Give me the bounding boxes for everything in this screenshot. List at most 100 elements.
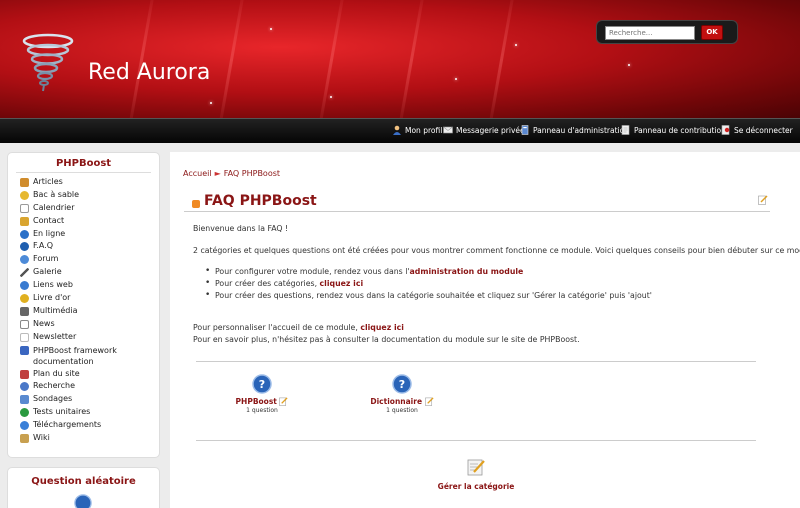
sidebar-item-forum[interactable]: Forum (20, 254, 159, 267)
sidebar-item-label: Recherche (33, 381, 76, 391)
edit-icon[interactable] (279, 397, 289, 406)
main-content: Accueil ► FAQ PHPBoost FAQ PHPBoost Bienve… (170, 152, 800, 508)
profile-link[interactable]: Mon profil (392, 125, 442, 135)
sidebar-item-calendar[interactable]: Calendrier (20, 203, 159, 216)
svg-text:?: ? (259, 378, 265, 391)
star (515, 44, 517, 46)
contribution-panel-label: Panneau de contribution (634, 125, 726, 135)
sidebar-item-label: Téléchargements (33, 420, 102, 430)
sidebar-item-faq[interactable]: F.A.Q (20, 241, 159, 254)
aurora-streak (216, 0, 247, 118)
sidebar-item-wiki[interactable]: Wiki (20, 433, 159, 446)
question-icon: ? (252, 374, 272, 394)
tornado-logo-icon[interactable] (22, 33, 74, 93)
sidebar-item-sitemap[interactable]: Plan du site (20, 369, 159, 382)
sidebar-item-label: Forum (33, 254, 59, 264)
tip-item: Pour configurer votre module, rendez vou… (205, 266, 652, 279)
sidebar-item-unit-tests[interactable]: Tests unitaires (20, 407, 159, 420)
site-title[interactable]: Red Aurora (88, 60, 210, 85)
sidebar-item-multimedia[interactable]: Multimédia (20, 306, 159, 319)
page-title: FAQ PHPBoost (204, 193, 317, 209)
news-icon (20, 319, 29, 329)
search-input[interactable] (605, 26, 695, 40)
logout-label: Se déconnecter (734, 125, 793, 135)
sidebar-item-label: Livre d'or (33, 293, 71, 303)
category-name[interactable]: Dictionnaire (370, 397, 422, 406)
admin-panel-link[interactable]: Panneau d'administration (520, 125, 629, 135)
polls-icon (20, 395, 29, 405)
category-phpboost[interactable]: ? PHPBoost 1 question (222, 374, 302, 414)
category-name[interactable]: PHPBoost (236, 397, 277, 406)
site-header: Red Aurora OK (0, 0, 800, 118)
sidebar-item-gallery[interactable]: Galerie (20, 267, 159, 280)
docs-text: Pour en savoir plus, n'hésitez pas à con… (193, 335, 580, 344)
aurora-streak (316, 0, 347, 118)
sidebar-item-online[interactable]: En ligne (20, 229, 159, 242)
breadcrumb-current[interactable]: FAQ PHPBoost (224, 169, 280, 178)
intro-text: 2 catégories et quelques questions ont é… (193, 246, 800, 255)
sidebar-menu-title: PHPBoost (16, 153, 151, 173)
sidebar-item-guestbook[interactable]: Livre d'or (20, 293, 159, 306)
tip-item: Pour créer des catégories, cliquez ici (205, 278, 652, 291)
sidebar-item-contact[interactable]: Contact (20, 216, 159, 229)
star (270, 28, 272, 30)
question-icon: ? (392, 374, 412, 394)
sidebar-item-label: Wiki (33, 433, 50, 443)
search-button[interactable]: OK (701, 25, 723, 40)
welcome-text: Bienvenue dans la FAQ ! (193, 224, 289, 233)
contact-icon (20, 216, 29, 226)
star (455, 78, 457, 80)
sidebar-item-label: Galerie (33, 267, 62, 277)
sidebar-menu-list: Articles Bac à sable Calendrier Contact … (8, 173, 159, 446)
mail-icon (443, 126, 453, 134)
newsletter-icon (20, 332, 29, 342)
sidebar-item-label: Calendrier (33, 202, 75, 212)
sidebar-item-sandbox[interactable]: Bac à sable (20, 190, 159, 203)
sidebar-item-newsletter[interactable]: Newsletter (20, 332, 159, 345)
sidebar-item-polls[interactable]: Sondages (20, 394, 159, 407)
private-messages-link[interactable]: Messagerie privée (443, 125, 525, 135)
random-question-box: Question aléatoire (7, 467, 160, 508)
sidebar-item-label: Bac à sable (33, 189, 80, 199)
breadcrumb: Accueil ► FAQ PHPBoost (183, 169, 280, 178)
category-dictionnaire[interactable]: ? Dictionnaire 1 question (362, 374, 442, 414)
sidebar-item-articles[interactable]: Articles (20, 177, 159, 190)
breadcrumb-home[interactable]: Accueil (183, 169, 212, 178)
star (628, 64, 630, 66)
rss-icon[interactable] (192, 200, 200, 208)
question-icon[interactable] (74, 494, 92, 508)
manage-category-button[interactable]: Gérer la catégorie (430, 458, 522, 491)
weblinks-icon (20, 281, 29, 291)
svg-text:?: ? (399, 378, 405, 391)
sidebar-item-documentation[interactable]: PHPBoost framework documentation (20, 345, 159, 369)
sidebar-item-label: Tests unitaires (33, 407, 91, 417)
logout-link[interactable]: Se déconnecter (721, 125, 793, 135)
sitemap-icon (20, 369, 29, 379)
aurora-streak (126, 0, 157, 118)
star (330, 96, 332, 98)
sidebar-item-label: Multimédia (33, 305, 78, 315)
sidebar-item-label: Contact (33, 215, 65, 225)
tip-text: Pour créer des questions, rendez vous da… (215, 291, 652, 300)
customize-link[interactable]: cliquez ici (360, 323, 404, 332)
edit-icon[interactable] (758, 195, 768, 205)
calendar-icon (20, 203, 29, 213)
page-title-row: FAQ PHPBoost (184, 192, 770, 212)
create-categories-link[interactable]: cliquez ici (320, 279, 364, 288)
tip-item: Pour créer des questions, rendez vous da… (205, 290, 652, 303)
sandbox-icon (20, 190, 29, 200)
logout-icon (721, 125, 730, 135)
admin-module-link[interactable]: administration du module (410, 267, 524, 276)
sidebar-item-search[interactable]: Recherche (20, 381, 159, 394)
contribution-panel-link[interactable]: Panneau de contribution (621, 125, 726, 135)
sidebar-item-label: Newsletter (33, 331, 77, 341)
downloads-icon (20, 421, 29, 431)
sidebar-item-label: Sondages (33, 394, 73, 404)
sidebar-item-weblinks[interactable]: Liens web (20, 280, 159, 293)
sidebar-item-downloads[interactable]: Téléchargements (20, 420, 159, 433)
customize-label: Pour personnaliser l'accueil de ce modul… (193, 323, 361, 332)
sidebar-item-news[interactable]: News (20, 319, 159, 332)
articles-icon (20, 178, 29, 187)
category-count: 1 question (246, 407, 278, 414)
edit-icon[interactable] (424, 397, 434, 406)
